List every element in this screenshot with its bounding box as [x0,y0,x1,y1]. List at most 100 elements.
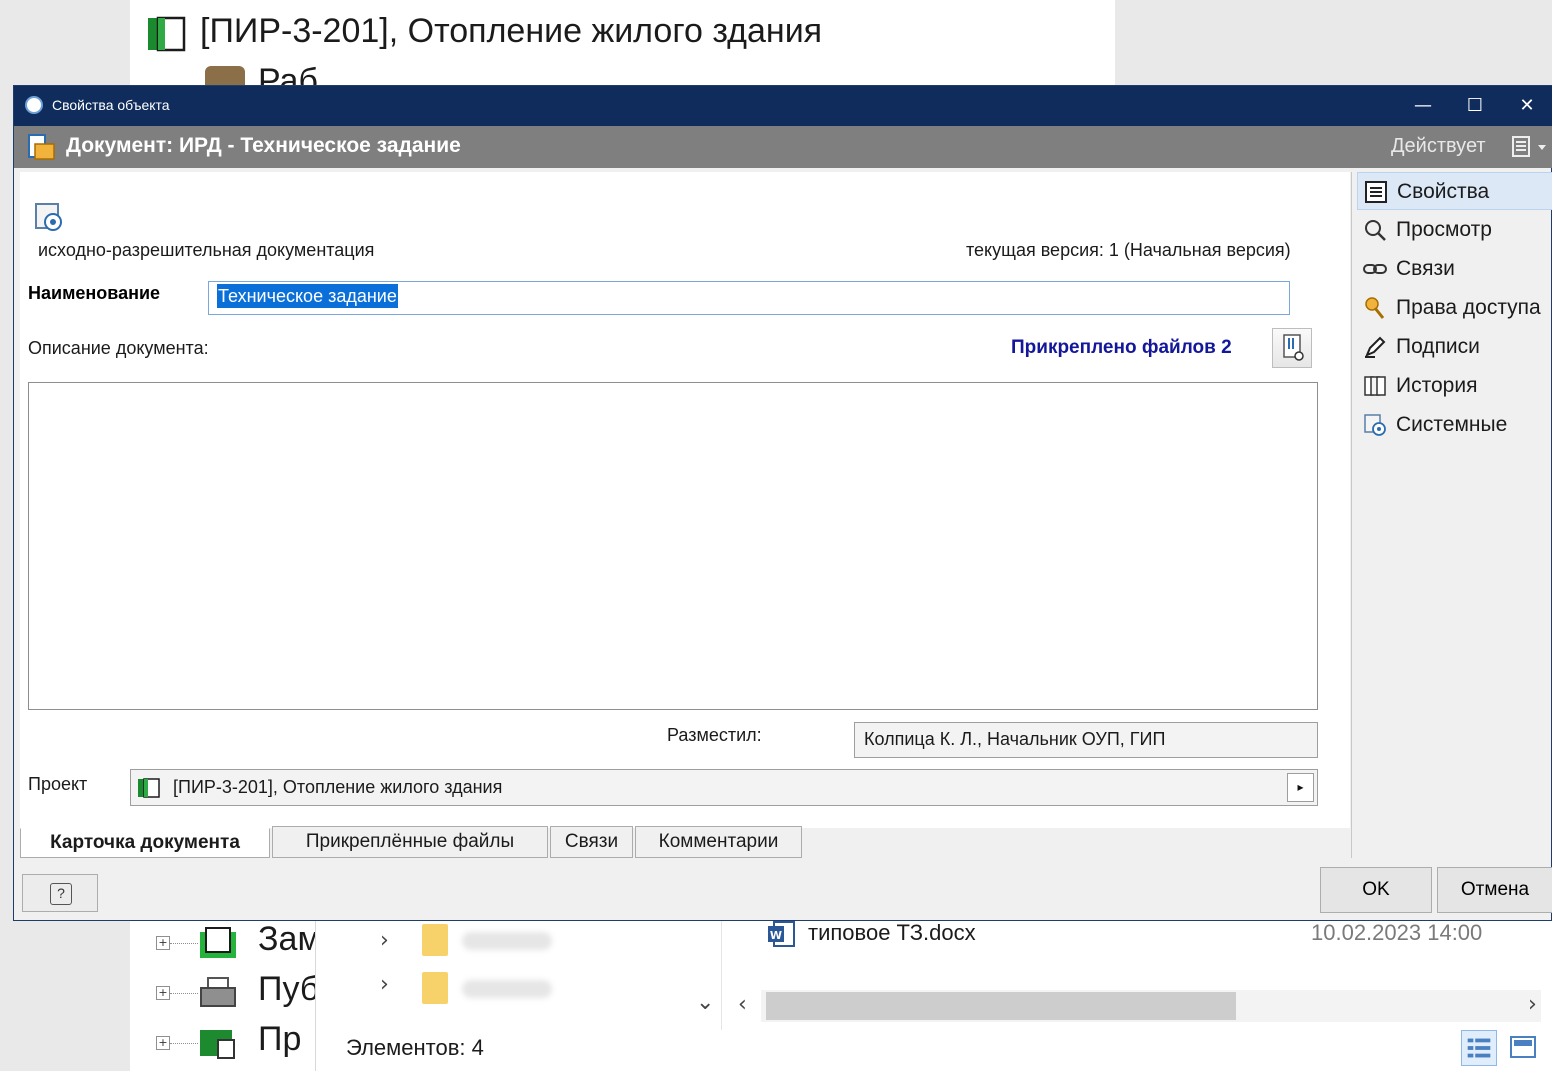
tree-item-label: Пуб [258,970,315,1008]
tab-links[interactable]: Связи [550,826,633,858]
sidebar-item-label: Системные [1396,413,1508,436]
history-icon [1364,376,1386,396]
magnifier-icon [1365,220,1386,241]
tree-row[interactable]: + Зам [130,920,315,970]
scroll-right-icon[interactable]: › [1528,992,1537,1017]
dialog-title: Свойства объекта [52,97,170,113]
project-field[interactable]: [ПИР-3-201], Отопление жилого здания ▸ [130,769,1318,806]
pen-icon [1365,336,1386,358]
explorer-file-date: 10.02.2023 14:00 [1311,920,1483,945]
scroll-left-icon[interactable]: ‹ [738,992,747,1017]
background-tree-sub-label[interactable]: Раб [258,62,318,86]
document-settings-icon[interactable] [32,200,66,234]
chevron-right-icon[interactable]: › [380,972,389,997]
explorer-pane-divider[interactable] [721,920,722,1030]
document-folder-icon [28,134,55,160]
attached-files-link[interactable]: Прикреплено файлов 2 [1011,337,1232,359]
blurred-folder-name [462,932,552,950]
description-label: Описание документа: [28,338,209,358]
sidebar-item-label: Права доступа [1396,296,1541,319]
version-label: текущая версия: 1 (Начальная версия) [966,240,1291,260]
background-tree-lower: + Зам + Пуб + Пр [130,920,315,1071]
key-icon [1365,297,1385,319]
background-explorer-window: › › ⌄ W типовое ТЗ.docx 10.02.2023 14:00… [315,920,1552,1071]
close-button[interactable]: ✕ [1501,86,1552,126]
project-folder-icon [138,778,160,798]
document-menu-icon[interactable] [1510,134,1550,160]
document-header-bar: Документ: ИРД - Техническое задание Дейс… [14,126,1552,168]
projects-folder-icon [200,1030,235,1059]
chevron-right-icon[interactable]: › [380,928,389,953]
posted-by-label: Разместил: [667,725,762,745]
attach-file-button[interactable] [1272,328,1312,368]
sidebar-item-label: Просмотр [1396,218,1492,241]
link-icon [1363,264,1387,274]
scrollbar-thumb[interactable] [766,992,1236,1020]
dialog-titlebar[interactable]: Свойства объекта — ☐ ✕ [14,86,1552,126]
expand-icon[interactable]: + [156,1036,170,1050]
document-title: Документ: ИРД - Техническое задание [66,134,461,157]
sidebar-item-label: Подписи [1396,335,1480,358]
folder-icon [422,924,448,956]
tab-attached-files[interactable]: Прикреплённые файлы [272,826,548,858]
help-icon: ? [50,883,72,905]
project-folder-icon [148,16,186,52]
tab-comments[interactable]: Комментарии [635,826,802,858]
name-label: Наименование [28,283,161,303]
details-view-icon[interactable] [1461,1030,1497,1066]
folder-icon [200,927,236,958]
minimize-button[interactable]: — [1397,86,1449,126]
document-list-icon [1512,136,1546,157]
blurred-folder-name [462,980,552,998]
background-tree-project-title[interactable]: [ПИР-3-201], Отопление жилого здания [200,12,822,51]
properties-icon [1365,181,1387,203]
sidebar-item-links[interactable]: Связи [1357,250,1552,288]
cancel-button[interactable]: Отмена [1437,867,1552,913]
project-value: [ПИР-3-201], Отопление жилого здания [173,777,503,797]
tree-connector [170,943,198,944]
sidebar-item-history[interactable]: История [1357,367,1552,405]
name-input-value: Техническое задание [217,284,398,308]
tree-connector [170,993,198,994]
chevron-down-icon[interactable]: ⌄ [696,990,714,1015]
explorer-file-name[interactable]: типовое ТЗ.docx [808,920,976,946]
sidebar-item-access-rights[interactable]: Права доступа [1357,289,1552,327]
tree-item-label: Пр [258,1020,302,1058]
tree-row[interactable]: + Пр [130,1020,315,1070]
sidebar-item-signatures[interactable]: Подписи [1357,328,1552,366]
tree-connector [170,1043,198,1044]
folder-icon [422,972,448,1004]
project-label: Проект [28,774,88,794]
sidebar-item-preview[interactable]: Просмотр [1357,211,1552,249]
help-button[interactable]: ? [22,874,98,912]
object-properties-dialog: Свойства объекта — ☐ ✕ Документ: ИРД - Т… [13,85,1552,921]
document-card-panel: исходно-разрешительная документация теку… [20,172,1350,828]
attach-file-icon [1283,334,1304,361]
expand-icon[interactable]: + [156,936,170,950]
app-icon [25,96,43,114]
sidebar-item-label: Свойства [1397,180,1490,203]
posted-by-value: Колпица К. Л., Начальник ОУП, ГИП [854,722,1318,758]
word-document-icon: W [768,921,795,947]
document-type-label: исходно-разрешительная документация [38,240,375,260]
maximize-button[interactable]: ☐ [1449,86,1501,126]
printer-icon [200,977,236,1007]
svg-text:W: W [770,929,782,942]
sidebar-item-label: История [1396,374,1478,397]
document-status: Действует [1391,135,1486,157]
sidebar-item-system[interactable]: Системные [1357,406,1552,444]
tab-document-card[interactable]: Карточка документа [20,828,270,858]
ok-button[interactable]: OK [1320,867,1432,913]
tree-row[interactable]: + Пуб [130,970,315,1020]
sidebar-item-label: Связи [1396,257,1455,280]
system-icon [1364,414,1386,436]
explorer-item-count: Элементов: 4 [346,1035,484,1060]
name-input[interactable]: Техническое задание [208,281,1290,315]
sidebar-item-properties[interactable]: Свойства [1357,172,1552,210]
sidebar-divider [1351,172,1352,858]
large-icons-view-icon[interactable] [1508,1034,1538,1060]
description-textarea[interactable] [28,382,1318,710]
tree-item-label: Зам [258,920,315,958]
project-expand-button[interactable]: ▸ [1287,773,1314,802]
expand-icon[interactable]: + [156,986,170,1000]
